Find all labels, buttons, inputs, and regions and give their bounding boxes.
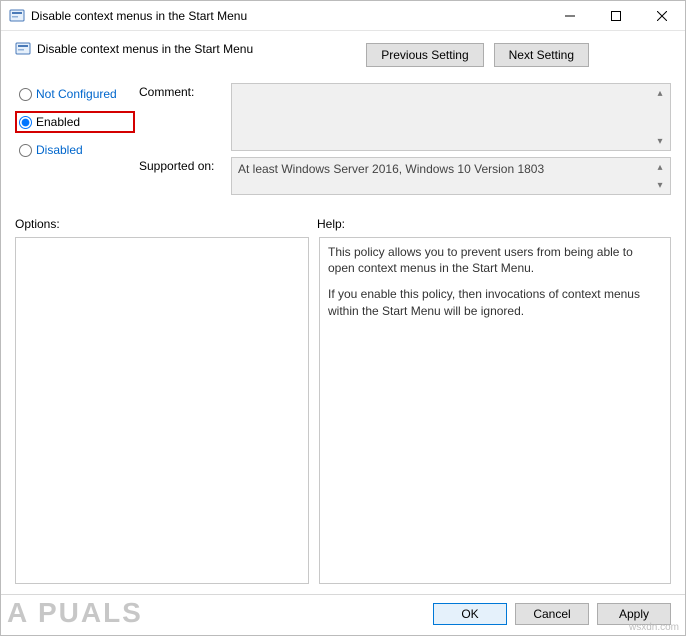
header: Disable context menus in the Start Menu … [1,31,685,71]
state-radios: Not Configured Enabled Disabled [15,83,135,195]
radio-disabled[interactable]: Disabled [15,139,135,161]
minimize-icon [565,11,575,21]
close-button[interactable] [639,1,685,30]
policy-editor-window: Disable context menus in the Start Menu [0,0,686,636]
comment-label: Comment: [139,83,223,99]
body: Not Configured Enabled Disabled Comment: [1,71,685,594]
close-icon [657,11,667,21]
next-setting-button[interactable]: Next Setting [494,43,589,67]
maximize-icon [611,11,621,21]
radio-label: Disabled [36,143,83,157]
help-label: Help: [317,217,345,231]
options-pane[interactable] [15,237,309,584]
comment-scrollbar[interactable]: ▴ ▾ [652,86,668,148]
scroll-up-icon[interactable]: ▴ [652,86,668,100]
footer: OK Cancel Apply [1,594,685,635]
cancel-button[interactable]: Cancel [515,603,589,625]
ok-button[interactable]: OK [433,603,507,625]
help-paragraph: This policy allows you to prevent users … [328,244,662,276]
window-controls [547,1,685,30]
radio-label: Enabled [36,115,80,129]
help-paragraph: If you enable this policy, then invocati… [328,286,662,318]
apply-button[interactable]: Apply [597,603,671,625]
policy-icon [15,41,31,57]
help-pane[interactable]: This policy allows you to prevent users … [319,237,671,584]
radio-disabled-input[interactable] [19,144,32,157]
scroll-down-icon[interactable]: ▾ [652,134,668,148]
comment-textbox[interactable]: ▴ ▾ [231,83,671,151]
supported-on-value: At least Windows Server 2016, Windows 10… [238,162,544,176]
pane-labels: Options: Help: [15,217,671,231]
window-title: Disable context menus in the Start Menu [31,9,547,23]
scroll-down-icon[interactable]: ▾ [652,178,668,192]
supported-scrollbar[interactable]: ▴ ▾ [652,160,668,192]
panes: This policy allows you to prevent users … [15,237,671,584]
options-label: Options: [15,217,317,231]
supported-on-label: Supported on: [139,157,223,173]
supported-on-textbox: At least Windows Server 2016, Windows 10… [231,157,671,195]
policy-title: Disable context menus in the Start Menu [37,42,253,56]
previous-setting-button[interactable]: Previous Setting [366,43,483,67]
radio-not-configured-input[interactable] [19,88,32,101]
scroll-up-icon[interactable]: ▴ [652,160,668,174]
settings-row: Not Configured Enabled Disabled Comment: [15,83,671,195]
minimize-button[interactable] [547,1,593,30]
maximize-button[interactable] [593,1,639,30]
radio-label: Not Configured [36,87,117,101]
radio-enabled[interactable]: Enabled [15,111,135,133]
titlebar: Disable context menus in the Start Menu [1,1,685,31]
policy-icon [9,8,25,24]
radio-enabled-input[interactable] [19,116,32,129]
fields: Comment: ▴ ▾ Supported on: At least [139,83,671,195]
radio-not-configured[interactable]: Not Configured [15,83,135,105]
